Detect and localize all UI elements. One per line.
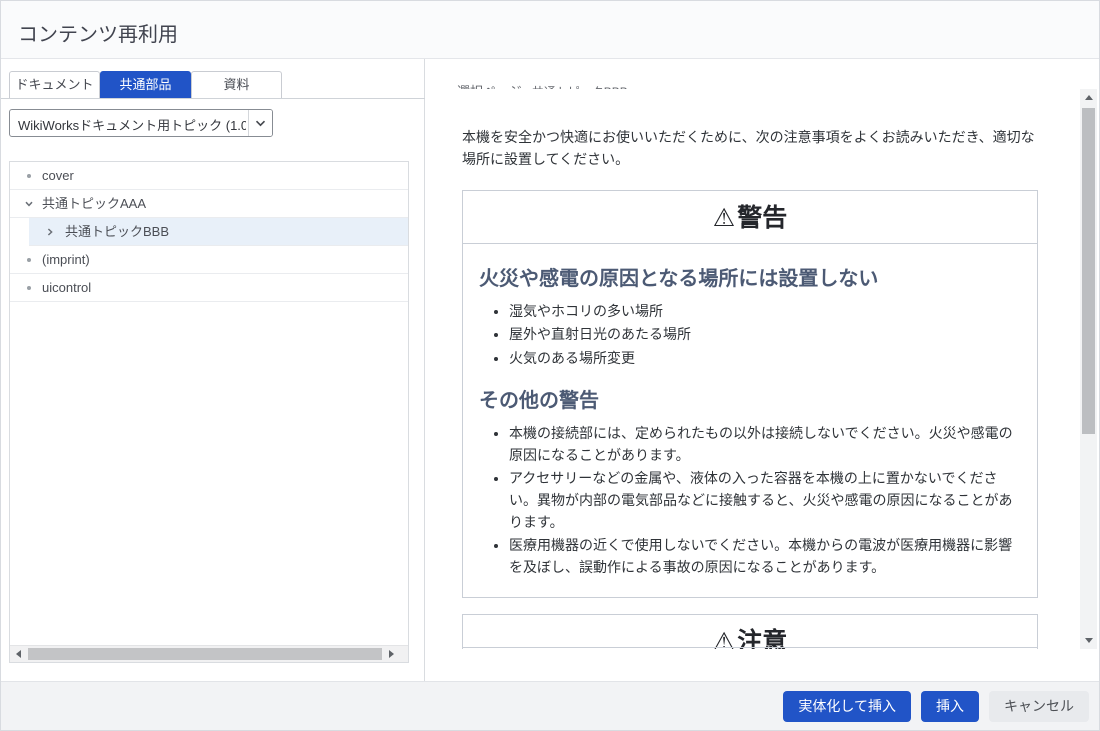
warning-box: ⚠警告 火災や感電の原因となる場所には設置しない 湿気やホコリの多い場所 屋外や… <box>462 190 1038 598</box>
list-item: 医療用機器の近くで使用しないでください。本機からの電波が医療用機器に影響を及ぼし… <box>509 535 1021 578</box>
dialog-header: コンテンツ再利用 <box>1 1 1099 59</box>
warning-section-heading: 火災や感電の原因となる場所には設置しない <box>479 262 1021 291</box>
tab-document[interactable]: ドキュメント <box>9 71 100 98</box>
tree-item-topic-bbb[interactable]: 共通トピックBBB <box>29 218 408 246</box>
page-preview: 本機を安全かつ快適にお使いいただくために、次の注意事項をよくお読みいただき、適切… <box>446 89 1097 649</box>
warning-box-body: 火災や感電の原因となる場所には設置しない 湿気やホコリの多い場所 屋外や直射日光… <box>463 244 1037 597</box>
dialog-title: コンテンツ再利用 <box>18 18 178 47</box>
tree-item-uicontrol[interactable]: uicontrol <box>10 274 408 302</box>
materialize-insert-button[interactable]: 実体化して挿入 <box>783 691 911 722</box>
intro-paragraph: 本機を安全かつ快適にお使いいただくために、次の注意事項をよくお読みいただき、適切… <box>462 126 1038 171</box>
page-tree: cover 共通トピックAAA 共通トピックBBB (impri <box>9 161 409 663</box>
scroll-up-icon[interactable] <box>1080 89 1097 106</box>
tab-materials[interactable]: 資料 <box>191 71 282 98</box>
tree-item-label: (imprint) <box>42 246 90 273</box>
preview-clip-line <box>462 647 1038 648</box>
document-type-select[interactable]: WikiWorksドキュメント用トピック (1.00版 <box>9 109 273 137</box>
insert-button[interactable]: 挿入 <box>921 691 979 722</box>
list-item: アクセサリーなどの金属や、液体の入った容器を本機の上に置かないでください。異物が… <box>509 468 1021 533</box>
dialog-body: ドキュメント 共通部品 資料 WikiWorksドキュメント用トピック (1.0… <box>1 59 1099 683</box>
tree-item-label: 共通トピックAAA <box>42 190 146 217</box>
warning-bullet-list: 湿気やホコリの多い場所 屋外や直射日光のあたる場所 火気のある場所変更 <box>479 301 1021 370</box>
warning-section-heading: その他の警告 <box>479 384 1021 413</box>
scroll-left-icon[interactable] <box>10 646 27 662</box>
tree-horizontal-scrollbar[interactable] <box>10 645 408 662</box>
warning-box-title: ⚠警告 <box>463 191 1037 244</box>
dialog-footer: 実体化して挿入 挿入 キャンセル <box>1 681 1099 730</box>
preview-content: 本機を安全かつ快適にお使いいただくために、次の注意事項をよくお読みいただき、適切… <box>462 126 1038 649</box>
chevron-down-icon[interactable] <box>22 190 36 217</box>
list-item: 火気のある場所変更 <box>509 348 1021 370</box>
caution-box: ⚠注意 けがにご注意ください <box>462 614 1038 649</box>
tree-item-topic-aaa[interactable]: 共通トピックAAA <box>10 190 408 218</box>
tree-item-label: 共通トピックBBB <box>65 218 169 245</box>
scroll-right-icon[interactable] <box>383 646 400 662</box>
vertical-scrollbar-thumb[interactable] <box>1082 108 1095 434</box>
warning-icon: ⚠ <box>713 628 735 649</box>
select-dropdown-button[interactable] <box>248 110 272 136</box>
horizontal-scrollbar-thumb[interactable] <box>28 648 382 660</box>
warning-bullet-list: 本機の接続部には、定められたもの以外は接続しないでください。火災や感電の原因にな… <box>479 423 1021 579</box>
tab-shared-parts[interactable]: 共通部品 <box>100 71 191 98</box>
preview-panel: 選択ページ共通トピックBBB 本機を安全かつ快適にお使いいただくために、次の注意… <box>426 59 1099 683</box>
chevron-down-icon <box>255 120 266 127</box>
scroll-down-icon[interactable] <box>1080 632 1097 649</box>
tree-item-imprint[interactable]: (imprint) <box>10 246 408 274</box>
tab-strip-divider <box>1 98 425 99</box>
content-reuse-dialog: コンテンツ再利用 ドキュメント 共通部品 資料 WikiWorksドキュメント用… <box>0 0 1100 731</box>
caution-title-text: 注意 <box>737 628 787 649</box>
list-item: 屋外や直射日光のあたる場所 <box>509 324 1021 346</box>
caution-box-title: ⚠注意 <box>463 615 1037 649</box>
document-type-select-value: WikiWorksドキュメント用トピック (1.00版 <box>18 115 246 134</box>
preview-vertical-scrollbar[interactable] <box>1080 89 1097 649</box>
tree-item-label: uicontrol <box>42 274 91 301</box>
tab-strip: ドキュメント 共通部品 資料 <box>9 71 424 98</box>
tree-item-label: cover <box>42 162 74 189</box>
bullet-icon <box>22 246 36 273</box>
bullet-icon <box>22 274 36 301</box>
warning-icon: ⚠ <box>713 204 735 232</box>
chevron-right-icon[interactable] <box>43 218 57 245</box>
cancel-button[interactable]: キャンセル <box>989 691 1089 722</box>
bullet-icon <box>22 162 36 189</box>
list-item: 湿気やホコリの多い場所 <box>509 301 1021 323</box>
tree-item-cover[interactable]: cover <box>10 162 408 190</box>
warning-title-text: 警告 <box>737 204 787 232</box>
source-panel: ドキュメント 共通部品 資料 WikiWorksドキュメント用トピック (1.0… <box>1 59 425 683</box>
list-item: 本機の接続部には、定められたもの以外は接続しないでください。火災や感電の原因にな… <box>509 423 1021 466</box>
